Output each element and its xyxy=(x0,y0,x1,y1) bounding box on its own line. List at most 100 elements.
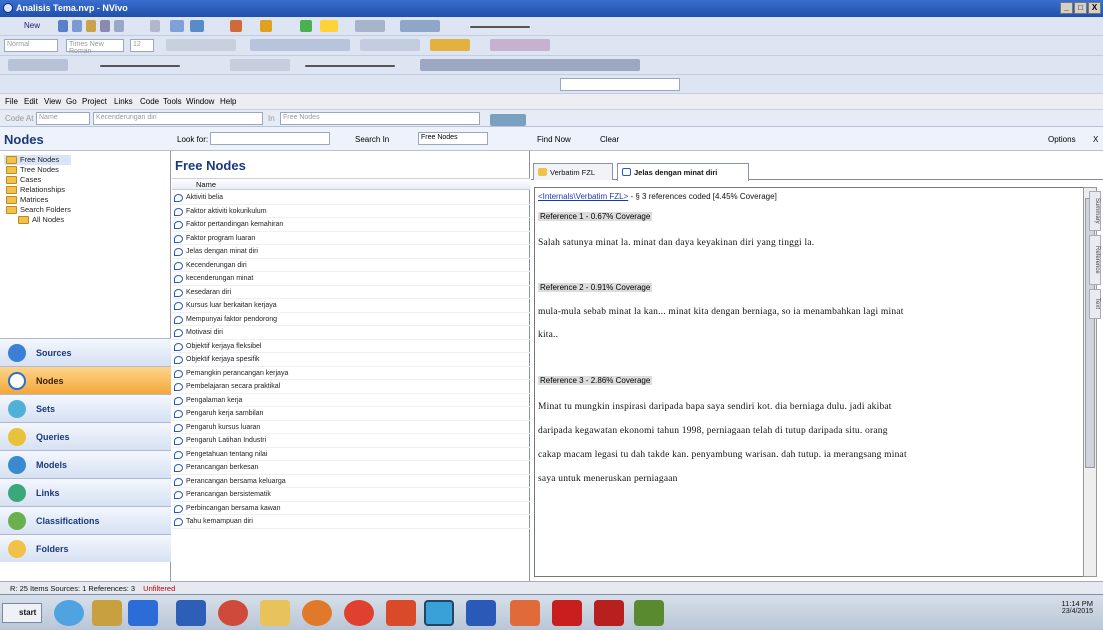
word-icon[interactable] xyxy=(466,600,496,626)
list-item[interactable]: Pengetahuan tentang nilai xyxy=(172,448,530,461)
list-item[interactable]: Jelas dengan minat diri xyxy=(172,245,530,259)
new-button[interactable]: New xyxy=(24,21,40,30)
close-find-button[interactable]: X xyxy=(1093,135,1098,144)
list-item[interactable]: Faktor pertandingan kemahiran xyxy=(172,218,530,232)
menu-view[interactable]: View xyxy=(44,97,61,106)
list-item[interactable]: Perbincangan bersama kawan xyxy=(172,502,530,515)
spell-icon[interactable] xyxy=(430,39,470,51)
link-icon[interactable] xyxy=(260,20,272,32)
find-icon[interactable] xyxy=(320,20,338,32)
tab-jelas-dengan-minat-diri[interactable]: Jelas dengan minat diri xyxy=(617,163,749,181)
nav-classifications[interactable]: Classifications xyxy=(0,506,171,534)
format-icon[interactable] xyxy=(150,20,160,32)
folder-icon[interactable] xyxy=(260,600,290,626)
style-combo[interactable]: Normal xyxy=(4,39,58,52)
tree-matrices[interactable]: Matrices xyxy=(4,195,71,205)
app4-icon[interactable] xyxy=(634,600,664,626)
nav-links[interactable]: Links xyxy=(0,478,171,506)
app-icon[interactable] xyxy=(176,600,206,626)
source-link[interactable]: <Internals\Verbatim FZL> xyxy=(538,192,628,201)
menu-edit[interactable]: Edit xyxy=(24,97,38,106)
size-combo[interactable]: 12 xyxy=(130,39,154,52)
media-icon[interactable] xyxy=(218,600,248,626)
menu-help[interactable]: Help xyxy=(220,97,236,106)
tree-all-nodes[interactable]: All Nodes xyxy=(16,215,71,225)
close-button[interactable]: X xyxy=(1088,2,1101,14)
align-icon[interactable] xyxy=(250,39,350,51)
list-item[interactable]: Mempunyai faktor pendorong xyxy=(172,313,530,326)
menu-file[interactable]: File xyxy=(5,97,18,106)
nav-folders[interactable]: Folders xyxy=(0,534,171,562)
tree-search-folders[interactable]: Search Folders xyxy=(4,205,71,215)
list-item[interactable]: Pengaruh kursus luaran xyxy=(172,421,530,434)
side-tab-text[interactable]: Text xyxy=(1089,289,1101,319)
copy-icon[interactable] xyxy=(86,20,96,32)
clock-time[interactable]: 11:14 PM xyxy=(953,599,1093,608)
save-icon[interactable] xyxy=(58,20,68,32)
list-item[interactable]: Tahu kemampuan diri xyxy=(172,515,530,529)
coded-content[interactable]: <Internals\Verbatim FZL> - § 3 reference… xyxy=(534,187,1084,577)
tree-free-nodes[interactable]: Free Nodes xyxy=(4,155,71,165)
nav-sets[interactable]: Sets xyxy=(0,394,171,422)
firefox-icon[interactable] xyxy=(302,600,332,626)
explorer-icon[interactable] xyxy=(92,600,122,626)
list-item[interactable]: Objektif kerjaya fleksibel xyxy=(172,340,530,353)
list-item[interactable]: Objektif kerjaya spesifik xyxy=(172,353,530,367)
list-item[interactable]: Faktor aktiviti kokurikulum xyxy=(172,205,530,218)
list-item[interactable]: Pemangkin perancangan kerjaya xyxy=(172,367,530,380)
font-combo[interactable]: Times New Roman xyxy=(66,39,124,55)
menu-code[interactable]: Code xyxy=(140,97,159,106)
bold-italic-icon[interactable] xyxy=(166,39,236,51)
timeline-icon[interactable] xyxy=(100,65,180,67)
menu-tools[interactable]: Tools xyxy=(163,97,182,106)
acrobat-icon[interactable] xyxy=(552,600,582,626)
slider-icon[interactable] xyxy=(470,26,530,28)
list-item[interactable]: Aktiviti belia xyxy=(172,191,530,205)
tree-relationships[interactable]: Relationships xyxy=(4,185,71,195)
model-icon[interactable] xyxy=(230,20,242,32)
list-item[interactable]: Kecenderungan diri xyxy=(172,259,530,272)
list-item[interactable]: Pengaruh kerja sambilan xyxy=(172,407,530,421)
query-icon[interactable] xyxy=(300,20,312,32)
options-button[interactable]: Options xyxy=(1048,135,1076,144)
list-item[interactable]: Kursus luar berkaitan kerjaya xyxy=(172,299,530,313)
list-item[interactable]: Perancangan berkesan xyxy=(172,461,530,475)
tree-tree-nodes[interactable]: Tree Nodes xyxy=(4,165,71,175)
nav-nodes[interactable]: Nodes xyxy=(0,366,171,394)
list-item[interactable]: Perancangan bersistematik xyxy=(172,488,530,502)
menu-go[interactable]: Go xyxy=(66,97,77,106)
minimize-button[interactable]: _ xyxy=(1060,2,1073,14)
side-tab-reference[interactable]: Reference xyxy=(1089,235,1101,285)
menu-window[interactable]: Window xyxy=(186,97,214,106)
seek-icon[interactable] xyxy=(305,65,395,67)
start-button[interactable]: start xyxy=(2,603,42,623)
chrome-icon[interactable] xyxy=(344,600,374,626)
code-at-in[interactable]: Free Nodes xyxy=(280,112,480,125)
clear-button[interactable]: Clear xyxy=(600,135,619,144)
nav-sources[interactable]: Sources xyxy=(0,338,171,366)
list-item[interactable]: Pengalaman kerja xyxy=(172,394,530,407)
code-at-node[interactable]: Kecenderungan diri xyxy=(93,112,263,125)
code-at-name[interactable]: Name xyxy=(36,112,90,125)
paste-icon[interactable] xyxy=(114,20,124,32)
cut-icon[interactable] xyxy=(100,20,110,32)
undo-icon[interactable] xyxy=(490,39,550,51)
list-item[interactable]: Pengaruh Latihan Industri xyxy=(172,434,530,448)
nav-models[interactable]: Models xyxy=(0,450,171,478)
menu-links[interactable]: Links xyxy=(114,97,133,106)
coding-icon[interactable] xyxy=(400,20,440,32)
volume-icon[interactable] xyxy=(230,59,290,71)
list-item[interactable]: Faktor program luaran xyxy=(172,232,530,245)
list-item[interactable]: Motivasi diri xyxy=(172,326,530,340)
playback-icon[interactable] xyxy=(8,59,68,71)
maximize-button[interactable]: □ xyxy=(1074,2,1087,14)
node-icon[interactable] xyxy=(170,20,184,32)
code-icons[interactable] xyxy=(490,114,526,126)
app2-icon[interactable] xyxy=(510,600,540,626)
list-item[interactable]: kecenderungan minat xyxy=(172,272,530,286)
ie-icon[interactable] xyxy=(54,600,84,626)
zoom-icon[interactable] xyxy=(355,20,385,32)
transcript-icon[interactable] xyxy=(420,59,640,71)
app3-icon[interactable] xyxy=(594,600,624,626)
search-in-label[interactable]: Search In xyxy=(355,135,389,144)
